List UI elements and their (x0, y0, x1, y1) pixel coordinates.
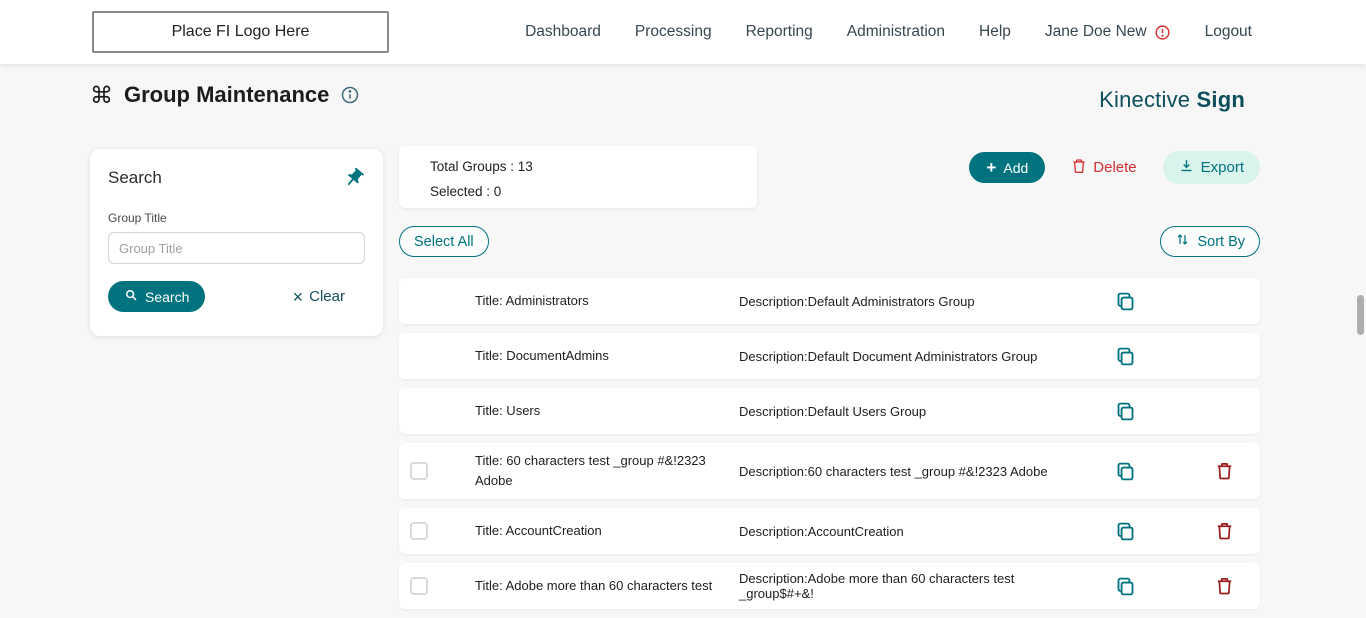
group-description: Description:Default Administrators Group (739, 294, 1090, 309)
group-title-label: Group Title (108, 211, 365, 225)
group-row: Title: Users Description:Default Users G… (399, 388, 1260, 434)
total-groups-text: Total Groups : 13 (430, 155, 757, 180)
info-icon[interactable] (340, 85, 360, 105)
nav-item-reporting[interactable]: Reporting (746, 23, 813, 41)
clear-x-icon: × (293, 288, 304, 306)
group-row: Title: 60 characters test _group #&!2323… (399, 443, 1260, 499)
page-header: ⌘ Group Maintenance (90, 82, 360, 108)
plus-icon: + (986, 159, 996, 176)
group-checkbox[interactable] (410, 462, 428, 480)
export-button-label: Export (1201, 159, 1244, 176)
user-name: Jane Doe New (1045, 23, 1147, 41)
nav-item-processing[interactable]: Processing (635, 23, 712, 41)
group-description: Description:60 characters test _group #&… (739, 464, 1090, 479)
group-description: Description:Default Document Administrat… (739, 349, 1090, 364)
group-row: Title: Administrators Description:Defaul… (399, 278, 1260, 324)
add-button-label: Add (1003, 160, 1028, 176)
page-title: Group Maintenance (124, 82, 329, 108)
select-all-label: Select All (414, 234, 474, 250)
fi-logo-placeholder: Place FI Logo Here (92, 11, 389, 53)
brand-first: Kinective (1099, 87, 1190, 112)
group-title: Title: Administrators (469, 283, 739, 319)
copy-group-icon[interactable] (1115, 461, 1136, 482)
group-description: Description:Adobe more than 60 character… (739, 571, 1090, 601)
group-title: Title: DocumentAdmins (469, 338, 739, 374)
group-title: Title: 60 characters test _group #&!2323… (469, 443, 739, 499)
copy-group-icon[interactable] (1115, 346, 1136, 367)
summary-card: Total Groups : 13 Selected : 0 (399, 146, 757, 208)
clear-button[interactable]: × Clear (287, 287, 351, 307)
selected-count-text: Selected : 0 (430, 180, 757, 205)
pin-icon[interactable] (343, 167, 365, 189)
copy-group-icon[interactable] (1115, 401, 1136, 422)
nav-item-logout[interactable]: Logout (1205, 23, 1252, 41)
add-button[interactable]: + Add (969, 152, 1045, 183)
nav-item-help[interactable]: Help (979, 23, 1011, 41)
search-panel-title: Search (108, 168, 162, 188)
group-checkbox[interactable] (410, 522, 428, 540)
nav-item-dashboard[interactable]: Dashboard (525, 23, 601, 41)
copy-group-icon[interactable] (1115, 291, 1136, 312)
scrollbar-thumb[interactable] (1357, 295, 1364, 335)
delete-button-label: Delete (1093, 159, 1136, 176)
action-buttons: + Add Delete (969, 151, 1260, 184)
export-icon (1179, 158, 1194, 177)
delete-icon (1071, 158, 1087, 178)
search-button[interactable]: Search (108, 281, 205, 312)
delete-group-icon[interactable] (1215, 461, 1260, 481)
clear-button-label: Clear (309, 288, 345, 305)
group-maintenance-icon: ⌘ (90, 84, 113, 107)
group-list: Title: Administrators Description:Defaul… (399, 278, 1260, 609)
brand-logo: Kinective Sign (1099, 87, 1245, 113)
export-button[interactable]: Export (1163, 151, 1260, 184)
group-row: Title: AccountCreation Description:Accou… (399, 508, 1260, 554)
search-panel: Search Group Title Search × Clear (90, 149, 383, 336)
brand-second: Sign (1197, 87, 1245, 112)
group-title-input[interactable] (108, 232, 365, 264)
group-row: Title: Adobe more than 60 characters tes… (399, 563, 1260, 609)
group-checkbox[interactable] (410, 577, 428, 595)
search-icon (124, 288, 138, 305)
delete-button[interactable]: Delete (1065, 157, 1142, 179)
sort-icon (1175, 232, 1190, 251)
top-navbar: Place FI Logo Here Dashboard Processing … (0, 0, 1366, 64)
group-title: Title: Adobe more than 60 characters tes… (469, 568, 739, 604)
nav-links: Dashboard Processing Reporting Administr… (525, 23, 1252, 41)
group-title: Title: Users (469, 393, 739, 429)
user-alert-icon (1154, 24, 1171, 41)
select-all-button[interactable]: Select All (399, 226, 489, 257)
nav-item-administration[interactable]: Administration (847, 23, 945, 41)
delete-group-icon[interactable] (1215, 521, 1260, 541)
sort-by-button[interactable]: Sort By (1160, 226, 1260, 257)
search-button-label: Search (145, 289, 189, 305)
delete-group-icon[interactable] (1215, 576, 1260, 596)
group-title: Title: AccountCreation (469, 513, 739, 549)
group-description: Description:Default Users Group (739, 404, 1090, 419)
sort-by-label: Sort By (1197, 234, 1245, 250)
copy-group-icon[interactable] (1115, 521, 1136, 542)
user-menu[interactable]: Jane Doe New (1045, 23, 1171, 41)
group-description: Description:AccountCreation (739, 524, 1090, 539)
group-row: Title: DocumentAdmins Description:Defaul… (399, 333, 1260, 379)
copy-group-icon[interactable] (1115, 576, 1136, 597)
main-content: Total Groups : 13 Selected : 0 + Add Del… (399, 146, 1260, 618)
fi-logo-text: Place FI Logo Here (172, 23, 310, 41)
